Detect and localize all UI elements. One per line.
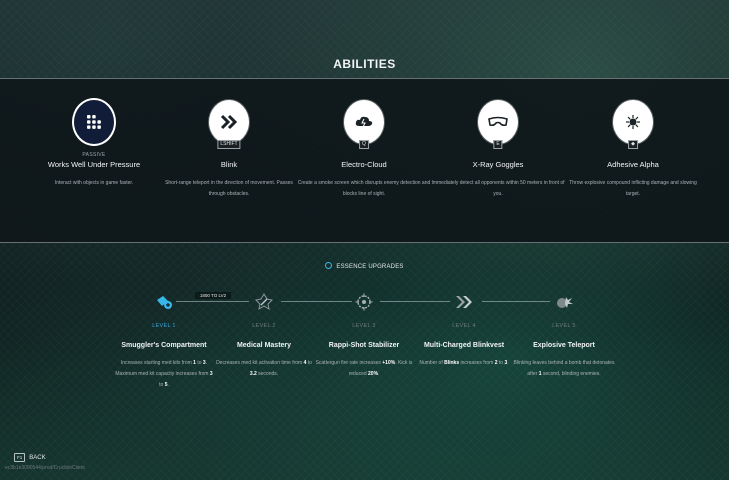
ability-name: X-Ray Goggles <box>472 160 524 169</box>
upgrade-description: Blinking leaves behind a bomb that deton… <box>513 360 615 377</box>
upgrade-level-label: LEVEL 2 <box>252 323 276 329</box>
page-title: ABILITIES <box>333 57 396 71</box>
upgrade-level-2[interactable]: LEVEL 2 Medical Mastery Decreases med ki… <box>209 292 319 380</box>
upgrade-name: Multi-Charged Blinkvest <box>423 342 505 349</box>
upgrade-description: Scattergun fire rate increases +10%. Kic… <box>315 360 413 377</box>
ability-tag <box>558 152 708 159</box>
build-string: ec3b1e3090544/prod/CrucibleClient <box>5 465 85 471</box>
keybind-badge: ◆ <box>628 140 638 149</box>
ability-description: Interact with objects in game faster. <box>54 180 134 186</box>
ability-description: Throw explosive compound inflicting dama… <box>569 180 697 197</box>
upgrade-level-label: LEVEL 3 <box>352 323 376 329</box>
ability-electro-cloud[interactable]: Q Electro-Cloud Create a smoke screen wh… <box>289 100 439 200</box>
essence-icon <box>325 262 333 269</box>
keybind-badge: Q <box>359 140 369 149</box>
ability-adhesive-alpha[interactable]: ◆ Adhesive Alpha Throw explosive compoun… <box>558 100 708 200</box>
back-label: BACK <box>29 454 46 461</box>
upgrade-name: Explosive Teleport <box>533 342 595 349</box>
upgrade-level-4[interactable]: LEVEL 4 Multi-Charged Blinkvest Number o… <box>409 292 519 369</box>
cloud-icon: Q <box>344 100 384 149</box>
upgrade-level-1[interactable]: LEVEL 1 Smuggler's Compartment Increases… <box>109 292 219 391</box>
back-keybind: F1 <box>14 453 26 462</box>
ability-tag <box>289 152 439 159</box>
double-chevron-icon: LSHIFT <box>209 100 249 149</box>
ability-blink[interactable]: LSHIFT Blink Short-range teleport in the… <box>154 100 304 200</box>
ability-name: Blink <box>220 160 238 169</box>
ability-description: Short-range teleport in the direction of… <box>165 180 293 197</box>
double-chevron-icon <box>409 292 519 312</box>
bomb-burst-icon <box>509 292 619 312</box>
essence-upgrades-label: ESSENCE UPGRADES <box>336 264 404 270</box>
upgrade-level-label: LEVEL 1 <box>152 323 176 329</box>
ability-tag <box>423 152 573 159</box>
upgrade-name: Medical Mastery <box>236 342 292 349</box>
goggles-icon: E <box>478 100 518 149</box>
upgrade-description: Increases starting med kits from 1 to 3.… <box>115 360 213 388</box>
ability-works-well-under-pressure[interactable]: PASSIVE Works Well Under Pressure Intera… <box>19 100 169 189</box>
keybind-badge: LSHIFT <box>217 140 241 149</box>
upgrade-description: Decreases med kit activation time from 4… <box>216 360 312 377</box>
keypad-icon <box>74 100 114 144</box>
bug-bomb-icon: ◆ <box>613 100 653 149</box>
upgrade-level-label: LEVEL 5 <box>552 323 576 329</box>
ability-name: Electro-Cloud <box>341 160 387 169</box>
ability-name: Adhesive Alpha <box>607 160 659 169</box>
syringe-badge-icon <box>209 292 319 312</box>
upgrade-description: Number of Blinks increases from 2 to 3. <box>419 360 509 366</box>
upgrade-name: Rappi-Shot Stabilizer <box>328 342 400 349</box>
upgrade-level-label: LEVEL 4 <box>452 323 476 329</box>
ability-description: Immediately detect all opponents within … <box>431 180 565 197</box>
essence-upgrades-header: ESSENCE UPGRADES <box>0 262 729 270</box>
back-button[interactable]: F1 BACK <box>14 453 46 462</box>
ability-name: Works Well Under Pressure <box>47 160 141 169</box>
ability-tag <box>154 152 304 159</box>
crosshair-gear-icon <box>309 292 419 312</box>
ability-tag: PASSIVE <box>82 152 106 158</box>
upgrade-level-5[interactable]: LEVEL 5 Explosive Teleport Blinking leav… <box>509 292 619 380</box>
medkit-plus-icon <box>109 292 219 312</box>
ability-description: Create a smoke screen which disrupts ene… <box>297 180 431 197</box>
upgrade-name: Smuggler's Compartment <box>121 342 207 349</box>
upgrade-level-3[interactable]: LEVEL 3 Rappi-Shot Stabilizer Scattergun… <box>309 292 419 380</box>
keybind-badge: E <box>493 140 503 149</box>
ability-x-ray-goggles[interactable]: E X-Ray Goggles Immediately detect all o… <box>423 100 573 200</box>
